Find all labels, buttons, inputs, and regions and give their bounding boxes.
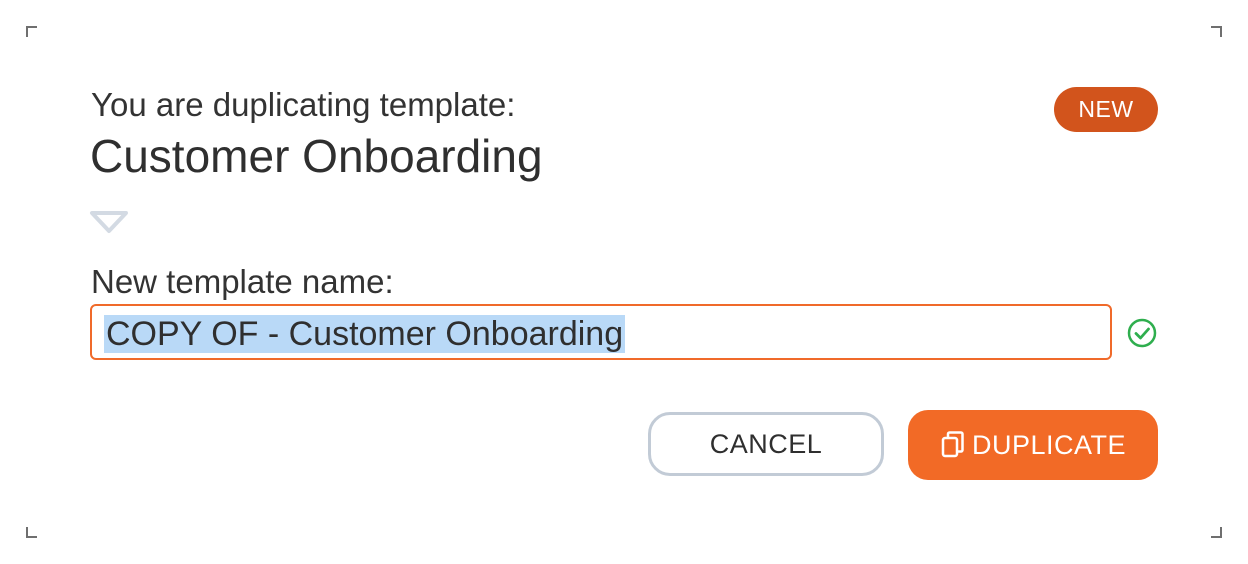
input-selected-text[interactable]: COPY OF - Customer Onboarding <box>104 315 626 353</box>
new-name-label: New template name: <box>91 263 394 300</box>
template-name-input[interactable]: COPY OF - Customer Onboarding <box>90 304 1112 360</box>
corner-mark <box>1211 26 1222 37</box>
dialog-subtitle: You are duplicating template: <box>91 86 516 123</box>
duplicate-button-label: DUPLICATE <box>971 430 1127 460</box>
template-title: Customer Onboarding <box>90 130 543 182</box>
duplicate-button[interactable]: DUPLICATE <box>908 410 1158 480</box>
corner-mark <box>26 26 37 37</box>
expand-toggle[interactable] <box>88 209 130 237</box>
duplicate-template-dialog: You are duplicating template: Customer O… <box>26 26 1222 538</box>
corner-mark <box>1211 527 1222 538</box>
copy-icon <box>941 431 964 458</box>
cancel-button-label: CANCEL <box>709 429 823 459</box>
chevron-down-icon <box>90 211 128 233</box>
new-badge: NEW <box>1054 87 1158 132</box>
corner-mark <box>26 527 37 538</box>
check-circle-icon <box>1127 318 1157 348</box>
cancel-button[interactable]: CANCEL <box>648 412 884 476</box>
